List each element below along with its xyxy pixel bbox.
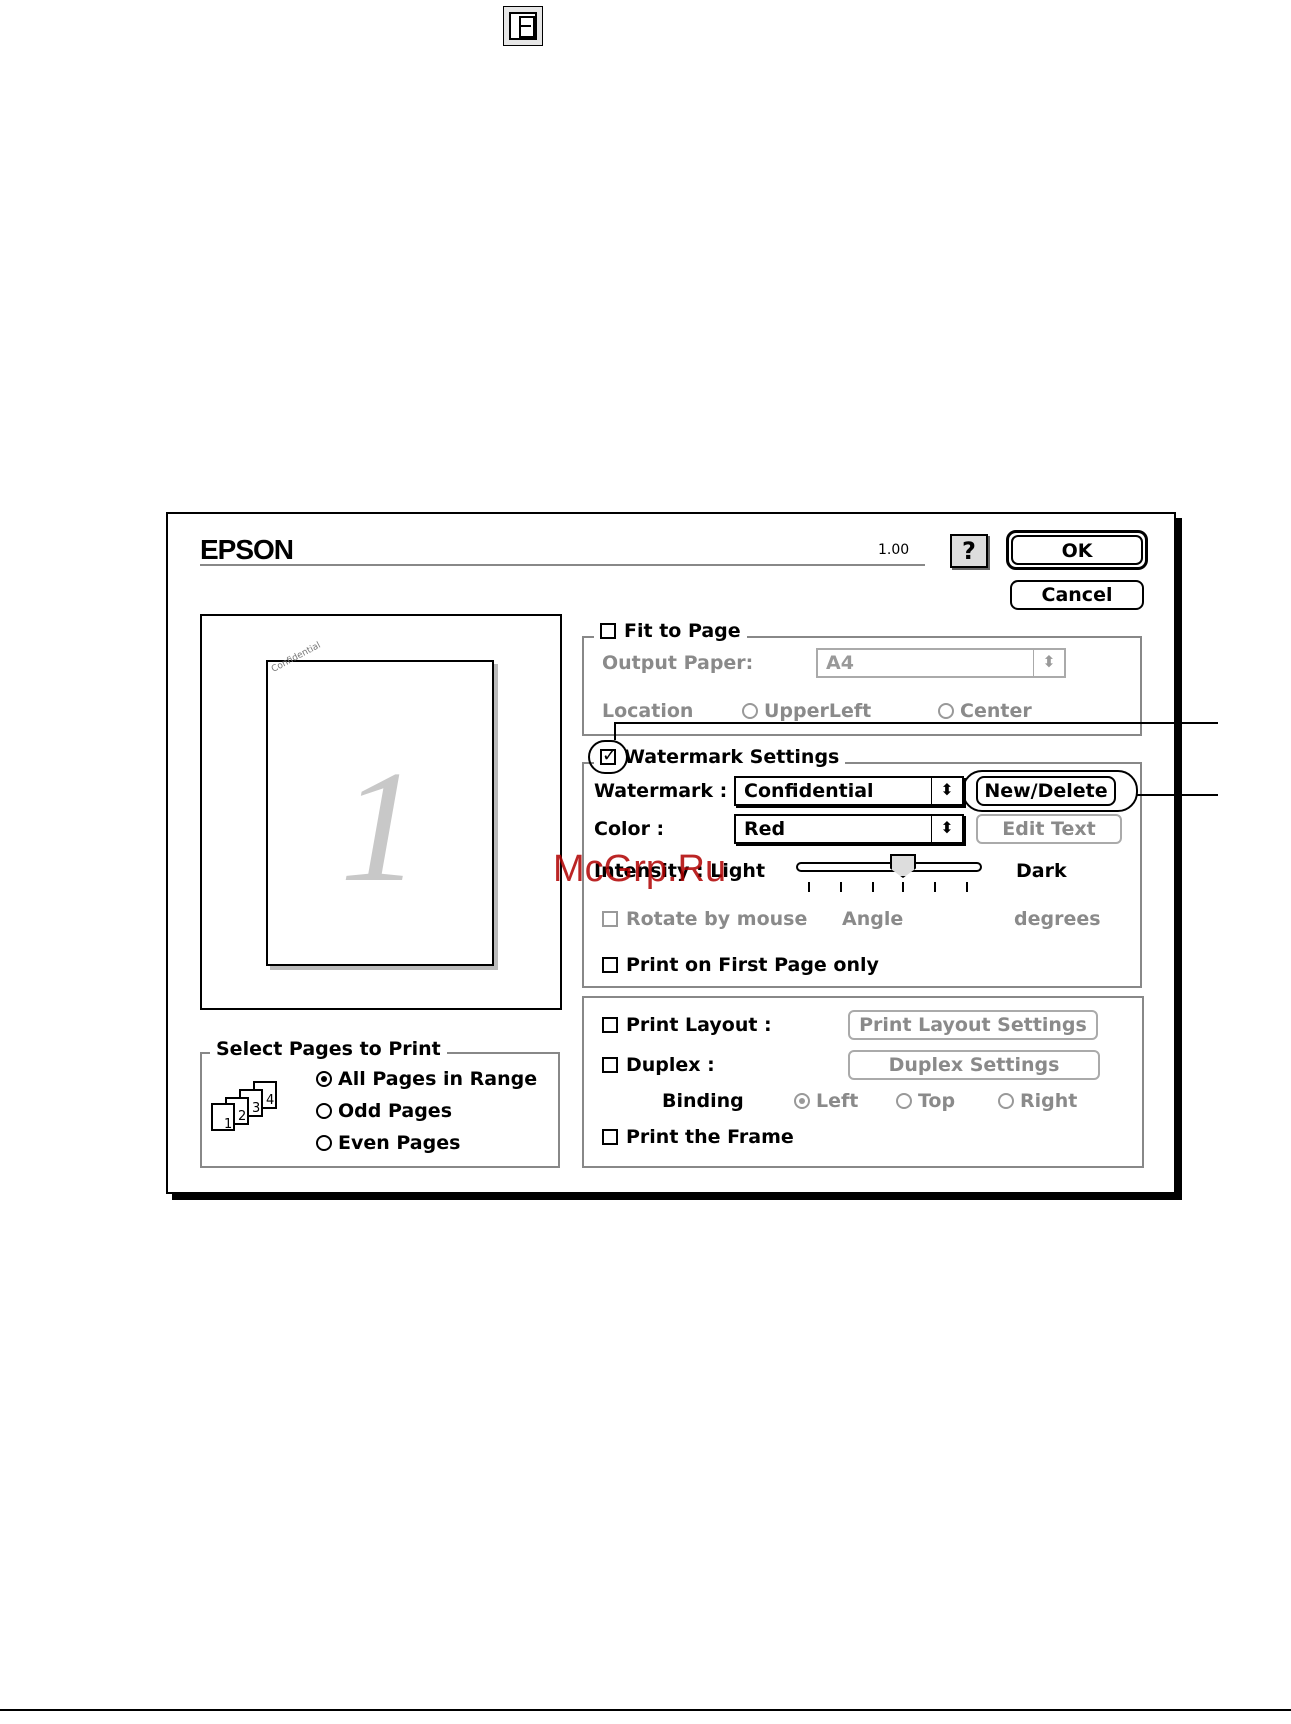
radio-odd-pages-dot [316,1103,332,1119]
site-watermark: McGrp.Ru [553,848,727,890]
select-pages-title: Select Pages to Print [210,1038,447,1060]
watermark-label: Watermark : [594,780,728,802]
brand-logo: EPSON [200,534,294,565]
stack-page-2: 2 [238,1109,246,1124]
rotate-label: Rotate by mouse [626,908,808,930]
help-button[interactable]: ? [950,534,988,568]
duplex-label: Duplex : [626,1054,715,1076]
first-page-label: Print on First Page only [626,954,879,976]
radio-odd-pages[interactable]: Odd Pages [316,1100,452,1122]
binding-label: Binding [662,1090,744,1112]
stack-page-3: 3 [252,1101,260,1116]
header-divider [200,564,925,566]
slider-tick [872,882,874,892]
watermark-select[interactable]: Confidential ⬍ [734,776,964,806]
radio-center-dot [938,703,954,719]
output-paper-value: A4 [826,652,854,674]
ok-button-label: OK [1011,535,1143,565]
radio-binding-left-dot [794,1093,810,1109]
page-preview: Confidential 1 [200,614,562,1010]
updown-arrow-icon: ⬍ [931,778,962,804]
updown-arrow-icon: ⬍ [931,816,962,842]
callout-circle-checkbox [588,740,628,774]
print-layout-checkbox[interactable]: Print Layout : [602,1014,772,1036]
radio-upperleft-dot [742,703,758,719]
preview-page-number: 1 [340,737,420,915]
fit-to-page-checkbox[interactable]: Fit to Page [594,620,747,642]
print-layout-box [602,1017,618,1033]
radio-all-pages-dot [316,1071,332,1087]
callout-line-1 [614,722,1218,724]
print-layout-label: Print Layout : [626,1014,772,1036]
page-footer-rule [0,1709,1291,1711]
callout-circle-new-delete [962,770,1138,812]
duplex-checkbox[interactable]: Duplex : [602,1054,715,1076]
radio-center[interactable]: Center [938,700,1032,722]
fit-to-page-box [600,623,616,639]
intensity-dark-label: Dark [1016,860,1067,882]
radio-binding-right-label: Right [1020,1090,1078,1112]
first-page-only-checkbox[interactable]: Print on First Page only [602,954,879,976]
rotate-box [602,911,618,927]
slider-tick [966,882,968,892]
cancel-button[interactable]: Cancel [1010,580,1144,610]
callout-line-1-drop [614,722,616,740]
color-select[interactable]: Red ⬍ [734,814,964,844]
degrees-label: degrees [1014,908,1101,930]
radio-binding-left-label: Left [816,1090,859,1112]
radio-even-pages[interactable]: Even Pages [316,1132,460,1154]
duplex-settings-button[interactable]: Duplex Settings [848,1050,1100,1080]
slider-tick [840,882,842,892]
first-page-box [602,957,618,973]
watermark-value: Confidential [744,780,874,802]
preview-page: Confidential 1 [266,641,494,966]
updown-arrow-icon: ⬍ [1033,650,1064,676]
layout-icon [503,6,543,46]
stack-page-4: 4 [266,1093,274,1108]
fit-to-page-label: Fit to Page [624,620,741,642]
watermark-settings-checkbox[interactable]: Watermark Settings [594,745,846,768]
slider-tick [934,882,936,892]
color-value: Red [744,818,786,840]
intensity-slider-track[interactable] [796,862,982,872]
print-layout-settings-button[interactable]: Print Layout Settings [848,1010,1098,1040]
radio-all-pages[interactable]: All Pages in Range [316,1068,537,1090]
radio-center-label: Center [960,700,1032,722]
watermark-settings-label: Watermark Settings [624,746,840,768]
radio-even-pages-dot [316,1135,332,1151]
radio-all-pages-label: All Pages in Range [338,1068,538,1090]
radio-binding-top[interactable]: Top [896,1090,955,1112]
version-label: 1.00 [878,542,910,558]
radio-even-pages-label: Even Pages [338,1132,461,1154]
angle-label: Angle [842,908,904,930]
output-paper-select[interactable]: A4 ⬍ [816,648,1066,678]
output-paper-label: Output Paper: [602,652,754,674]
rotate-by-mouse-checkbox[interactable]: Rotate by mouse [602,908,807,930]
preview-watermark: Confidential [270,640,323,675]
radio-binding-top-dot [896,1093,912,1109]
edit-text-button[interactable]: Edit Text [976,814,1122,844]
print-frame-label: Print the Frame [626,1126,794,1148]
print-frame-checkbox[interactable]: Print the Frame [602,1126,794,1148]
radio-binding-left[interactable]: Left [794,1090,858,1112]
radio-binding-right-dot [998,1093,1014,1109]
ok-button[interactable]: OK [1006,530,1148,570]
radio-upperleft[interactable]: UpperLeft [742,700,871,722]
slider-tick [902,882,904,892]
radio-upperleft-label: UpperLeft [764,700,872,722]
location-label: Location [602,700,694,722]
radio-binding-right[interactable]: Right [998,1090,1077,1112]
stack-page-1: 1 [224,1117,232,1132]
print-frame-box [602,1129,618,1145]
callout-line-2 [1136,794,1218,796]
slider-tick [808,882,810,892]
duplex-box [602,1057,618,1073]
pages-stack-icon: 4 3 2 1 [211,1081,277,1132]
color-label: Color : [594,818,665,840]
radio-odd-pages-label: Odd Pages [338,1100,452,1122]
radio-binding-top-label: Top [918,1090,956,1112]
